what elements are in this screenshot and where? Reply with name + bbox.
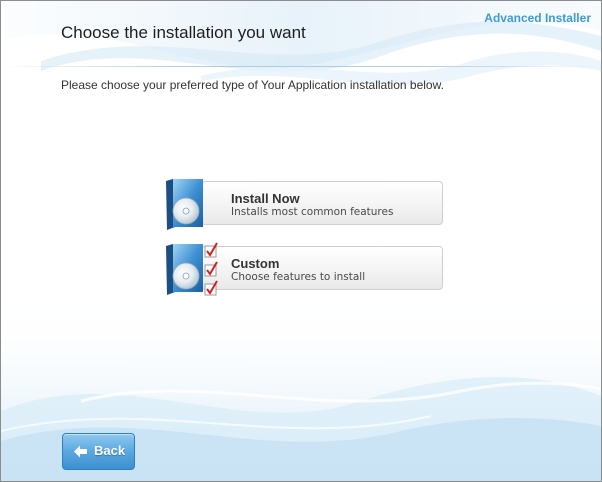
install-now-option[interactable]: Install Now Installs most common feature… — [161, 179, 443, 230]
custom-option[interactable]: Custom Choose features to install — [161, 242, 443, 296]
checklist-icon — [204, 242, 218, 296]
back-button-label: Back — [94, 443, 126, 458]
install-now-label: Install Now — [231, 191, 300, 206]
brand-label: Advanced Installer — [484, 11, 591, 25]
header-divider — [1, 66, 601, 67]
install-now-description: Installs most common features — [231, 206, 394, 218]
custom-description: Choose features to install — [231, 271, 366, 283]
page-subtitle: Please choose your preferred type of You… — [61, 78, 444, 92]
arrow-left-icon — [74, 445, 87, 458]
installer-window: Advanced Installer Choose the installati… — [0, 0, 602, 482]
software-box-cd-icon — [166, 179, 203, 230]
custom-label: Custom — [231, 256, 280, 271]
page-title: Choose the installation you want — [61, 23, 306, 42]
back-button[interactable]: Back — [62, 433, 135, 470]
